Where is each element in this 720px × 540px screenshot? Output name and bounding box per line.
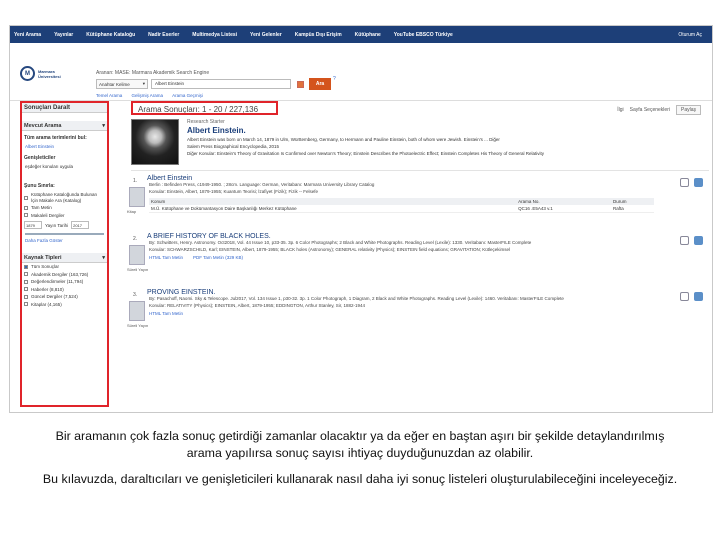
sign-in-link[interactable]: Oturum Aç <box>678 32 702 38</box>
nav-youtube[interactable]: YouTube EBSCO Türkiye <box>394 32 453 38</box>
results-panel: Arama Sonuçları: 1 - 20 / 227,136 İlgi S… <box>127 101 709 412</box>
html-fulltext-link[interactable]: HTML Tam Metin <box>149 255 183 260</box>
folder-icon[interactable] <box>694 292 703 301</box>
pdf-fulltext-link[interactable]: PDF Tam Metin (329 KB) <box>193 255 243 260</box>
result-record: 1. Albert Einstein Berlin : Befinden Pre… <box>127 175 709 233</box>
page-options[interactable]: Sayfa Seçenekleri <box>630 107 670 113</box>
record-title[interactable]: PROVING EINSTEIN. <box>147 289 661 296</box>
holdings-header: Konum <box>149 198 517 205</box>
holdings-table: Konum Arama No. Durum M.Ü. Kütüphane ve Do… <box>149 198 654 213</box>
sort-select[interactable]: İlgi <box>617 107 623 113</box>
research-starter-text: Albert Einstein was born on March 14, 18… <box>187 136 702 157</box>
help-icon[interactable]: ? <box>333 76 336 82</box>
holdings-header: Durum <box>611 198 654 205</box>
record-subjects: Konular: SCHWARZSCHILD, Karl; EINSTEIN, … <box>149 246 511 252</box>
ebsco-screenshot: Yeni Arama Yayınlar Kütüphane Kataloğu N… <box>9 25 713 413</box>
nav-library-catalog[interactable]: Kütüphane Kataloğu <box>86 32 135 38</box>
share-button[interactable]: Paylaş <box>675 105 701 115</box>
einstein-portrait[interactable] <box>131 119 179 165</box>
nav-publications[interactable]: Yayınlar <box>54 32 73 38</box>
logo-icon: M <box>20 66 35 81</box>
facets-highlight-box <box>20 101 109 407</box>
holdings-cell: Rafta <box>611 205 654 213</box>
record-subjects: Konular: RELATIVITY (Physics); EINSTEIN,… <box>149 302 366 308</box>
periodical-icon <box>129 301 145 321</box>
results-header: Arama Sonuçları: 1 - 20 / 227,136 İlgi S… <box>131 101 709 119</box>
fulltext-links: HTML Tam Metin <box>149 311 661 316</box>
nav-rare-books[interactable]: Nadir Eserler <box>148 32 179 38</box>
record-number: 2. <box>133 236 138 242</box>
holdings-cell: M.Ü. Kütüphane ve Dokümantasyon Daire Ba… <box>149 205 517 213</box>
fulltext-links: HTML Tam Metin PDF Tam Metin (329 KB) <box>149 255 661 260</box>
basic-search-link[interactable]: Temel Arama <box>96 93 122 98</box>
search-input[interactable]: Albert Einstein <box>151 79 291 89</box>
research-line: Albert Einstein was born on March 14, 18… <box>187 137 500 142</box>
holdings-header: Arama No. <box>516 198 611 205</box>
nav-new-search[interactable]: Yeni Arama <box>14 32 41 38</box>
preview-icon[interactable] <box>680 178 689 187</box>
research-starter: Research Starter Albert Einstein. Albert… <box>131 119 709 171</box>
result-record: 2. A BRIEF HISTORY OF BLACK HOLES. By: S… <box>127 233 709 289</box>
university-logo[interactable]: M Marmara Üniversitesi <box>20 66 61 81</box>
periodical-icon <box>129 245 145 265</box>
search-history-link[interactable]: Arama Geçmişi <box>172 93 203 98</box>
record-type: Süreli Yayın <box>127 323 149 328</box>
folder-icon[interactable] <box>694 178 703 187</box>
field-select-value: Anahtar Kelime <box>99 81 130 87</box>
clear-icon[interactable] <box>297 81 304 88</box>
chevron-down-icon: ▾ <box>142 81 145 86</box>
record-type: Kitap <box>127 209 137 214</box>
record-title[interactable]: Albert Einstein <box>147 175 661 182</box>
top-navigation: Yeni Arama Yayınlar Kütüphane Kataloğu N… <box>10 26 712 43</box>
html-fulltext-link[interactable]: HTML Tam Metin <box>149 311 183 316</box>
record-title[interactable]: A BRIEF HISTORY OF BLACK HOLES. <box>147 233 661 240</box>
search-button[interactable]: Ara <box>309 78 331 90</box>
research-line: Diğer Konular: Einstein's Theory of Grav… <box>187 151 545 156</box>
nav-new-arrivals[interactable]: Yeni Gelenler <box>250 32 282 38</box>
record-subjects: Konular: Einstein, Albert, 1879-1955; Ku… <box>149 188 318 194</box>
search-area: M Marmara Üniversitesi Aranan: MASE: Marm… <box>10 43 712 101</box>
holdings-cell: QC16 .E5A43 v.1 <box>516 205 611 213</box>
record-type: Süreli Yayın <box>127 267 149 272</box>
caption-2: Bu kılavuzda, daraltıcıları ve genişleti… <box>42 472 678 486</box>
research-starter-tag: Research Starter <box>187 119 225 125</box>
nav-off-campus[interactable]: Kampüs Dışı Erişim <box>295 32 342 38</box>
logo-text-2: Üniversitesi <box>38 73 61 79</box>
folder-icon[interactable] <box>694 236 703 245</box>
book-icon <box>129 187 145 207</box>
result-record: 3. PROVING EINSTEIN. By: Pasachoff, Naom… <box>127 289 709 345</box>
nav-library[interactable]: Kütüphane <box>355 32 381 38</box>
research-starter-title[interactable]: Albert Einstein. <box>187 126 246 135</box>
field-select[interactable]: Anahtar Kelime ▾ <box>96 79 148 89</box>
result-tools: İlgi Sayfa Seçenekleri Paylaş <box>617 105 701 115</box>
caption-1: Bir aramanın çok fazla sonuç getirdiği z… <box>55 429 665 460</box>
record-number: 1. <box>133 178 138 184</box>
record-number: 3. <box>133 292 138 298</box>
results-count-highlight <box>131 101 278 115</box>
database-line: Aranan: MASE: Marmara Akademik Search En… <box>96 70 210 76</box>
advanced-search-link[interactable]: Gelişmiş Arama <box>132 93 164 98</box>
preview-icon[interactable] <box>680 292 689 301</box>
preview-icon[interactable] <box>680 236 689 245</box>
research-line: Salem Press Biographical Encyclopedia, 2… <box>187 144 280 149</box>
nav-multimedia[interactable]: Multimedya Listesi <box>192 32 237 38</box>
search-links: Temel Arama Gelişmiş Arama Arama Geçmişi <box>96 93 211 98</box>
slide-captions: Bir aramanın çok fazla sonuç getirdiği z… <box>40 428 680 497</box>
